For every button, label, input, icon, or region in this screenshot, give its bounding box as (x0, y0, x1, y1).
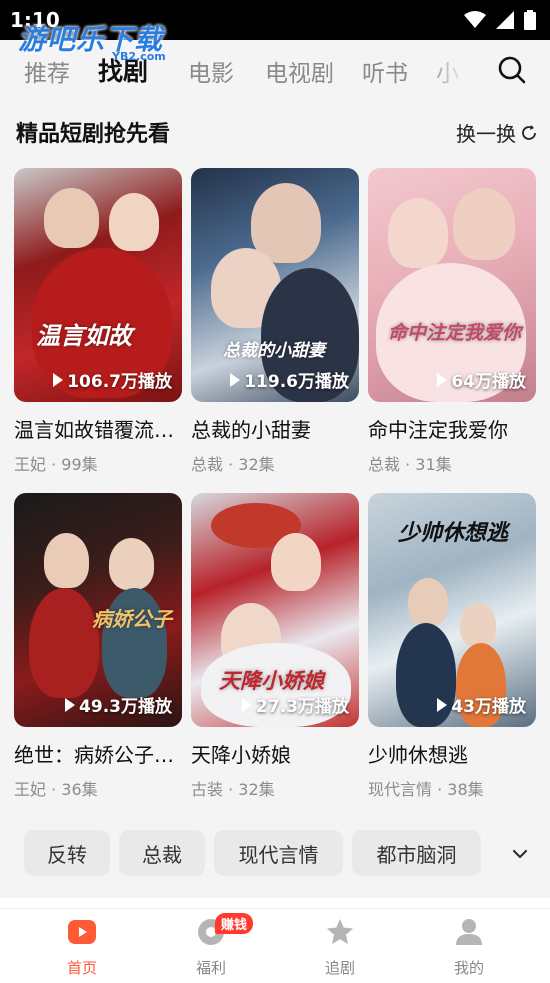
tag-chip[interactable]: 现代言情 (214, 830, 343, 876)
drama-meta: 王妃 · 36集 (14, 780, 98, 799)
bottom-nav: 首页 赚钱 福利 追剧 我的 (0, 908, 550, 983)
drama-meta: 古装 · 32集 (191, 780, 275, 799)
play-count: 64万播放 (437, 367, 526, 392)
wifi-icon (464, 11, 486, 28)
drama-poster[interactable]: 总裁的小甜妻 119.6万播放 (191, 168, 359, 402)
drama-title: 命中注定我爱你 (368, 418, 508, 442)
tab-recommend[interactable]: 推荐 (24, 54, 70, 88)
tab-fade (425, 40, 485, 98)
drama-card[interactable]: 病娇公子 49.3万播放 绝世：病娇公子… 王妃 · 36集 (14, 493, 182, 800)
play-count-text: 49.3万播放 (79, 697, 172, 717)
nav-label: 我的 (453, 959, 484, 977)
play-count-text: 43万播放 (451, 697, 526, 717)
play-icon (65, 697, 76, 712)
drama-meta: 总裁 · 31集 (368, 455, 452, 474)
tag-chip[interactable]: 总裁 (119, 830, 205, 876)
drama-poster[interactable]: 命中注定我爱你 64万播放 (368, 168, 536, 402)
nav-label: 福利 (195, 959, 226, 977)
tab-audiobooks[interactable]: 听书 (362, 54, 408, 88)
play-count: 43万播放 (437, 692, 526, 717)
drama-card[interactable]: 温言如故 106.7万播放 温言如故错覆流… 王妃 · 99集 (14, 168, 182, 475)
play-count-text: 106.7万播放 (67, 372, 172, 392)
tag-chip[interactable]: 都市脑洞 (352, 830, 481, 876)
status-icons (464, 10, 536, 30)
refresh-icon (522, 124, 536, 140)
drama-title: 温言如故错覆流… (14, 418, 174, 442)
drama-poster[interactable]: 病娇公子 49.3万播放 (14, 493, 182, 727)
star-icon (327, 919, 353, 944)
play-icon (230, 372, 241, 387)
drama-meta: 王妃 · 99集 (14, 455, 98, 474)
nav-welfare[interactable]: 赚钱 福利 (161, 909, 261, 983)
signal-icon (496, 11, 514, 29)
play-count: 119.6万播放 (230, 367, 349, 392)
tab-movies[interactable]: 电影 (188, 54, 234, 88)
drama-meta: 总裁 · 32集 (191, 455, 275, 474)
poster-title-art: 命中注定我爱你 (388, 322, 522, 344)
nav-label: 追剧 (324, 959, 355, 977)
nav-following[interactable]: 追剧 (290, 909, 390, 983)
play-icon (437, 697, 448, 712)
play-count: 27.3万播放 (242, 692, 349, 717)
play-icon (242, 697, 253, 712)
drama-title: 总裁的小甜妻 (191, 418, 311, 442)
battery-icon (524, 10, 536, 30)
play-count: 49.3万播放 (65, 692, 172, 717)
drama-card[interactable]: 天降小娇娘 27.3万播放 天降小娇娘 古装 · 32集 (191, 493, 359, 800)
poster-title-art: 总裁的小甜妻 (223, 341, 325, 361)
play-count-text: 119.6万播放 (244, 372, 349, 392)
poster-title-art: 天降小娇娘 (219, 669, 324, 693)
nav-label: 首页 (66, 959, 97, 977)
drama-title: 少帅休想逃 (368, 743, 468, 767)
genre-tag-bar: 反转 总裁 现代言情 都市脑洞 (0, 830, 550, 880)
nav-home[interactable]: 首页 (32, 909, 132, 983)
chevron-down-icon[interactable] (504, 838, 536, 870)
play-icon (53, 372, 64, 387)
drama-card[interactable]: 命中注定我爱你 64万播放 命中注定我爱你 总裁 · 31集 (368, 168, 536, 475)
play-count-text: 27.3万播放 (256, 697, 349, 717)
drama-title: 绝世：病娇公子… (14, 743, 174, 767)
refresh-button[interactable]: 换一换 (456, 118, 538, 147)
drama-card[interactable]: 总裁的小甜妻 119.6万播放 总裁的小甜妻 总裁 · 32集 (191, 168, 359, 475)
search-icon[interactable] (496, 54, 528, 86)
home-icon (68, 920, 96, 944)
refresh-label: 换一换 (456, 122, 516, 146)
poster-title-art: 少帅休想逃 (398, 521, 509, 546)
play-count-text: 64万播放 (451, 372, 526, 392)
earn-badge: 赚钱 (215, 913, 254, 934)
play-icon (437, 372, 448, 387)
section-title: 精品短剧抢先看 (16, 122, 171, 147)
watermark-sub: YB2.com (112, 50, 166, 63)
nav-profile[interactable]: 我的 (419, 909, 519, 983)
drama-meta: 现代言情 · 38集 (368, 780, 484, 799)
poster-title-art: 温言如故 (36, 322, 132, 350)
main-content: 精品短剧抢先看 换一换 温言如故 106.7万播放 温言如故错覆流… 王妃 · … (0, 98, 550, 898)
user-icon (456, 919, 482, 945)
drama-card[interactable]: 少帅休想逃 43万播放 少帅休想逃 现代言情 · 38集 (368, 493, 536, 800)
drama-poster[interactable]: 少帅休想逃 43万播放 (368, 493, 536, 727)
drama-title: 天降小娇娘 (191, 743, 291, 767)
tag-chip[interactable]: 反转 (24, 830, 110, 876)
play-count: 106.7万播放 (53, 367, 172, 392)
poster-title-art: 病娇公子 (92, 607, 172, 631)
drama-poster[interactable]: 天降小娇娘 27.3万播放 (191, 493, 359, 727)
drama-poster[interactable]: 温言如故 106.7万播放 (14, 168, 182, 402)
tab-tv-series[interactable]: 电视剧 (265, 54, 334, 88)
